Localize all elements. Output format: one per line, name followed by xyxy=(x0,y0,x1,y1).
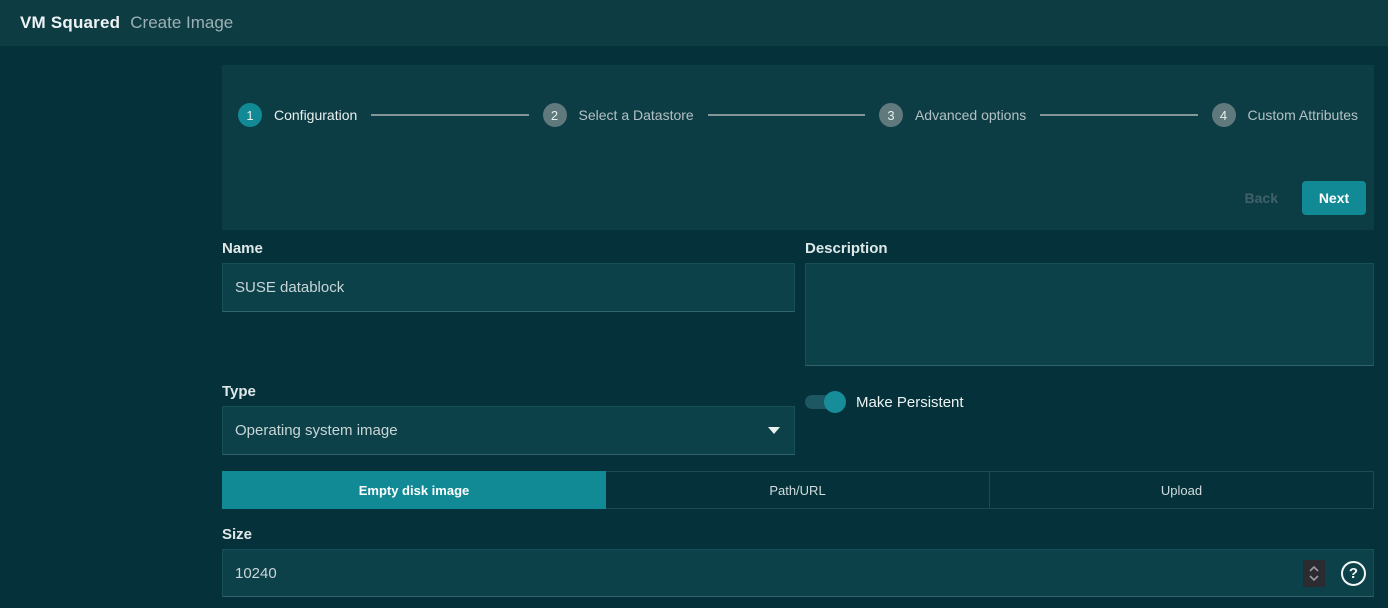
app-header: VM Squared Create Image xyxy=(0,0,1388,46)
make-persistent-toggle[interactable] xyxy=(805,395,843,409)
step-1-badge: 1 xyxy=(238,103,262,127)
description-label: Description xyxy=(805,240,888,257)
number-stepper-icon[interactable] xyxy=(1303,560,1325,587)
make-persistent-label: Make Persistent xyxy=(856,394,964,411)
size-label: Size xyxy=(222,526,252,543)
make-persistent-row: Make Persistent xyxy=(805,391,964,413)
step-4-badge: 4 xyxy=(1212,103,1236,127)
tab-empty-disk-image[interactable]: Empty disk image xyxy=(222,471,606,509)
step-4-label: Custom Attributes xyxy=(1248,107,1359,123)
wizard-buttons: Back Next xyxy=(1231,181,1366,215)
step-connector xyxy=(1040,114,1197,116)
step-3-label: Advanced options xyxy=(915,107,1026,123)
step-advanced-options[interactable]: 3 Advanced options xyxy=(879,103,1026,127)
wizard-stepper: 1 Configuration 2 Select a Datastore 3 A… xyxy=(222,65,1374,127)
step-1-label: Configuration xyxy=(274,107,357,123)
step-2-badge: 2 xyxy=(543,103,567,127)
create-image-page: { "header": { "brand": "VM Squared", "pa… xyxy=(0,0,1388,608)
tab-path-url[interactable]: Path/URL xyxy=(606,471,990,509)
page-title: Create Image xyxy=(130,13,233,33)
help-icon[interactable]: ? xyxy=(1341,561,1366,586)
step-connector xyxy=(708,114,865,116)
type-select[interactable]: Operating system image xyxy=(222,406,795,455)
chevron-down-icon xyxy=(768,427,780,434)
step-configuration[interactable]: 1 Configuration xyxy=(238,103,357,127)
next-button[interactable]: Next xyxy=(1302,181,1366,215)
description-textarea[interactable] xyxy=(805,263,1374,366)
type-label: Type xyxy=(222,383,256,400)
wizard-card: 1 Configuration 2 Select a Datastore 3 A… xyxy=(222,65,1374,230)
image-source-tabs: Empty disk image Path/URL Upload xyxy=(222,471,1374,509)
size-field: ? xyxy=(222,549,1374,597)
chevron-down-icon xyxy=(1309,575,1319,581)
step-2-label: Select a Datastore xyxy=(579,107,694,123)
size-input[interactable] xyxy=(223,550,1303,596)
step-3-badge: 3 xyxy=(879,103,903,127)
tab-upload[interactable]: Upload xyxy=(990,471,1374,509)
brand-title: VM Squared xyxy=(20,13,120,33)
toggle-knob-icon xyxy=(824,391,846,413)
back-button[interactable]: Back xyxy=(1231,182,1292,214)
name-input[interactable] xyxy=(222,263,795,312)
type-selected-value: Operating system image xyxy=(235,422,398,439)
step-custom-attributes[interactable]: 4 Custom Attributes xyxy=(1212,103,1359,127)
chevron-up-icon xyxy=(1309,566,1319,572)
step-select-datastore[interactable]: 2 Select a Datastore xyxy=(543,103,694,127)
step-connector xyxy=(371,114,528,116)
name-label: Name xyxy=(222,240,263,257)
